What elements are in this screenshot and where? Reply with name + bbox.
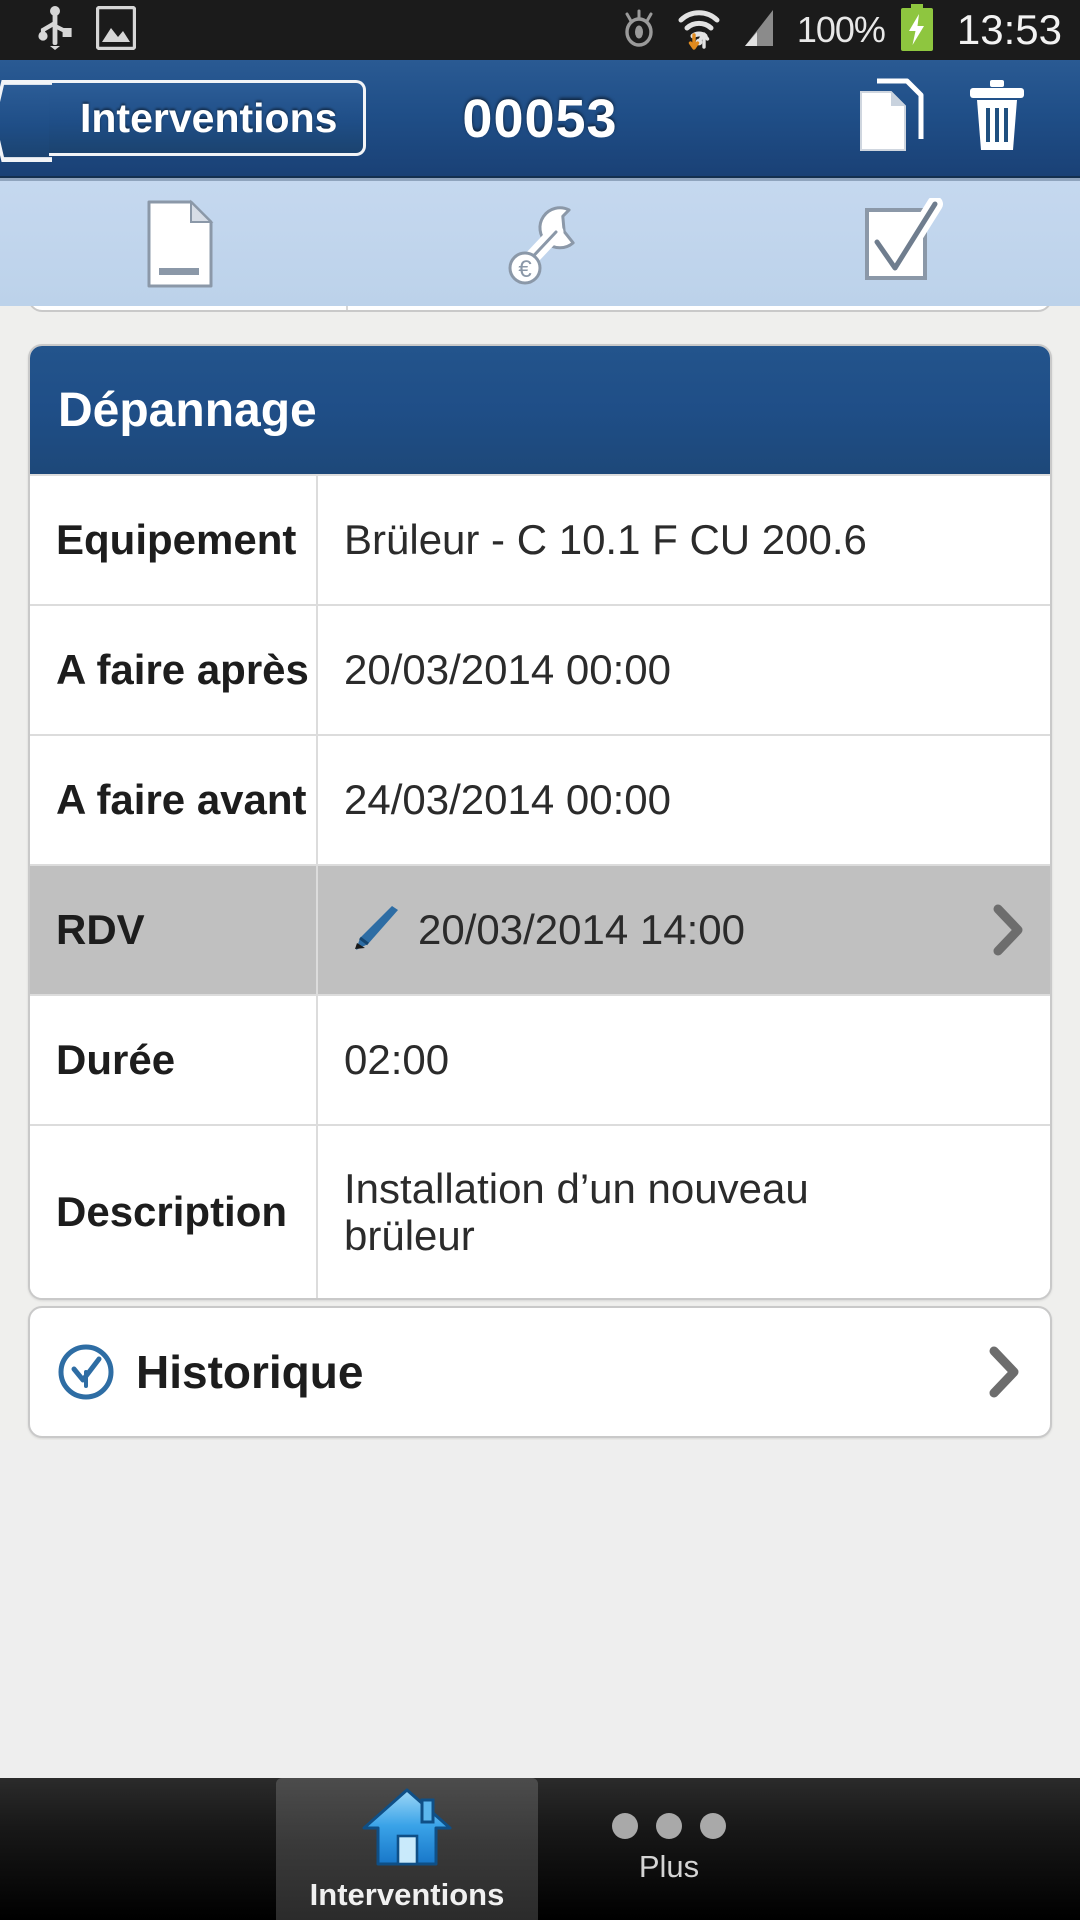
navbar-actions	[858, 78, 1058, 159]
eye-icon	[617, 8, 661, 53]
dot	[656, 1813, 682, 1839]
tab-document[interactable]	[0, 181, 360, 306]
bottom-tab-label: Interventions	[309, 1876, 505, 1912]
row-value-text: 20/03/2014 00:00	[344, 646, 671, 694]
bottom-tab-bar: Interventions Plus	[0, 1778, 1080, 1920]
status-bar-right-icons: 100% 13:53	[617, 3, 1062, 57]
chevron-right-icon[interactable]	[984, 1345, 1024, 1399]
card-title: Dépannage	[58, 383, 317, 437]
row-value-text: 24/03/2014 00:00	[344, 776, 671, 824]
row-value-text: 20/03/2014 14:00	[418, 906, 745, 954]
row-value-text: Installation d’un nouveau brüleur	[344, 1164, 809, 1259]
clock-check-icon	[56, 1342, 116, 1402]
bottom-tab-interventions[interactable]: Interventions	[276, 1778, 538, 1920]
chevron-right-icon[interactable]	[978, 903, 1028, 957]
navigation-bar: Interventions 00053	[0, 60, 1080, 178]
battery-percent-label: 100%	[796, 9, 886, 50]
status-bar-clock: 13:53	[956, 6, 1062, 53]
copy-icon[interactable]	[858, 78, 924, 159]
back-button-label: Interventions	[80, 94, 338, 141]
home-icon	[360, 1786, 454, 1873]
historique-row[interactable]: Historique	[30, 1308, 1050, 1436]
usb-icon	[38, 5, 72, 55]
scroll-content[interactable]: Dépannage Equipement Brüleur - C 10.1 F …	[0, 306, 1080, 1440]
divider	[346, 306, 348, 310]
historique-card[interactable]: Historique	[28, 1306, 1052, 1438]
tab-checklist[interactable]	[720, 181, 1080, 306]
row-value-text: 02:00	[344, 1036, 450, 1084]
signal-icon	[737, 8, 783, 53]
back-button[interactable]: Interventions	[36, 80, 367, 156]
pencil-edit-icon[interactable]	[344, 904, 404, 956]
dot	[612, 1813, 638, 1839]
table-row: A faire avant 24/03/2014 00:00	[30, 734, 1050, 864]
card-header: Dépannage	[30, 346, 1050, 474]
row-value[interactable]: 20/03/2014 14:00	[318, 866, 1050, 994]
status-bar: 100% 13:53	[0, 0, 1080, 60]
depannage-card: Dépannage Equipement Brüleur - C 10.1 F …	[28, 344, 1052, 1300]
table-row-rdv[interactable]: RDV 20/03/2014 14:00	[30, 864, 1050, 994]
table-row: Description Installation d’un nouveau br…	[30, 1124, 1050, 1298]
table-row: Equipement Brüleur - C 10.1 F CU 200.6	[30, 474, 1050, 604]
table-row: Durée 02:00	[30, 994, 1050, 1124]
row-value-text: Brüleur - C 10.1 F CU 200.6	[344, 516, 867, 564]
trash-icon[interactable]	[966, 78, 1028, 159]
row-value: 24/03/2014 00:00	[318, 736, 1050, 864]
battery-charging-icon	[899, 3, 935, 57]
row-value: Brüleur - C 10.1 F CU 200.6	[318, 476, 1050, 604]
tab-bar: €	[0, 178, 1080, 306]
bottom-tab-plus[interactable]: Plus	[538, 1778, 800, 1920]
row-value: 20/03/2014 00:00	[318, 606, 1050, 734]
row-label: Description	[30, 1126, 318, 1298]
historique-label: Historique	[136, 1346, 364, 1398]
row-label: A faire avant	[30, 736, 318, 864]
row-label: RDV	[30, 866, 318, 994]
bottom-tab-label: Plus	[638, 1849, 700, 1884]
svg-text:€: €	[518, 256, 532, 283]
tab-wrench[interactable]: €	[360, 181, 720, 306]
dot	[700, 1813, 726, 1839]
status-bar-left-icons	[38, 5, 137, 55]
gallery-icon	[95, 5, 137, 55]
row-value: Installation d’un nouveau brüleur	[318, 1126, 918, 1298]
row-label: A faire après	[30, 606, 318, 734]
wifi-icon	[675, 5, 723, 56]
row-label: Equipement	[30, 476, 318, 604]
phone-screen: 100% 13:53 Interventions 00053 € Dépanna…	[0, 0, 1080, 1920]
row-label: Durée	[30, 996, 318, 1124]
previous-card-partial	[28, 306, 1052, 312]
table-row: A faire après 20/03/2014 00:00	[30, 604, 1050, 734]
more-dots-icon	[612, 1813, 726, 1839]
row-value: 02:00	[318, 996, 1050, 1124]
